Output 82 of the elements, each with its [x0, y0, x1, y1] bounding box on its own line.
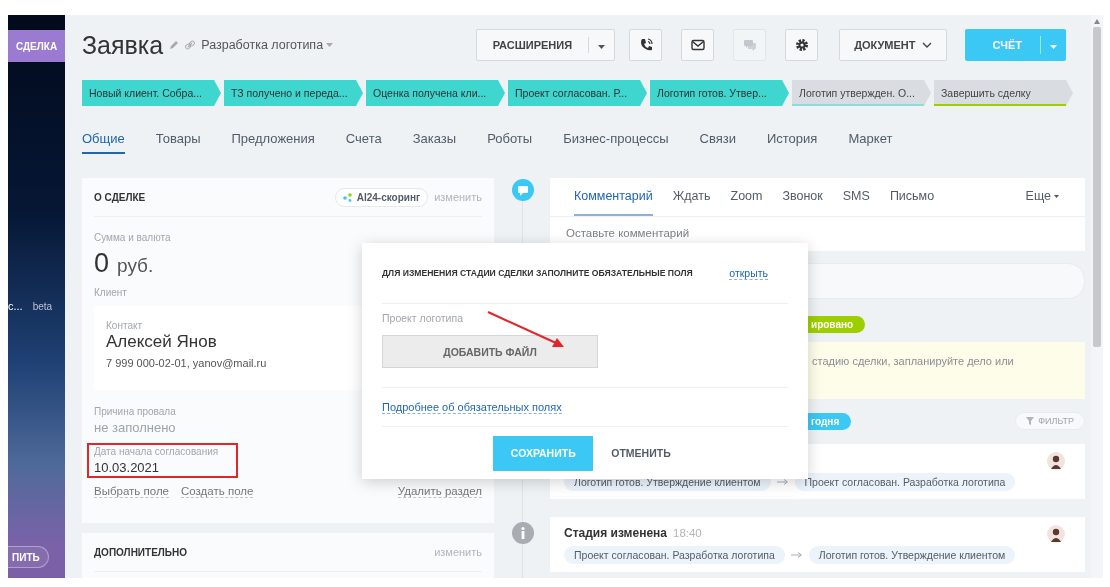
phone-button[interactable] [629, 29, 663, 61]
extensions-button[interactable]: РАСШИРЕНИЯ [475, 29, 616, 61]
beta-label: beta [32, 300, 53, 312]
stage-step[interactable]: Логотип готов. Утвер... [650, 80, 789, 106]
pencil-icon [169, 40, 180, 50]
tab[interactable]: Заказы [412, 130, 457, 154]
filter-icon [1026, 417, 1035, 425]
caret-icon [326, 43, 334, 47]
popup-title: ДЛЯ ИЗМЕНЕНИЯ СТАДИИ СДЕЛКИ ЗАПОЛНИТЕ ОБЯЗАТЕЛЬНЫЕ ПОЛЯ [382, 268, 694, 278]
comment-icon [512, 179, 534, 201]
date-badge: годня [808, 412, 852, 430]
arrow-icon [776, 479, 789, 485]
stage-step[interactable]: Новый клиент. Собра... [82, 80, 221, 106]
stage-chip: Проект согласован. Разработка логотипа [564, 546, 785, 564]
contact-name[interactable]: Алексей Янов [106, 332, 217, 352]
tab[interactable]: Счета [345, 130, 382, 154]
tab[interactable]: Связи [699, 130, 736, 154]
more-menu[interactable]: Еще [1025, 178, 1059, 216]
arrow-icon [790, 552, 803, 558]
stage-step[interactable]: ТЗ получено и переда... [224, 80, 363, 106]
chat-icon [741, 37, 758, 53]
open-link[interactable]: открыть [729, 266, 768, 280]
add-file-button[interactable]: ДОБАВИТЬ ФАЙЛ [382, 335, 598, 368]
stage-step[interactable]: Оценка получена кли... [366, 80, 505, 106]
tab[interactable]: Роботы [487, 130, 533, 154]
field-value: не заполнено [94, 420, 176, 435]
settings-icon [793, 37, 810, 53]
tab[interactable]: Маркет [848, 130, 893, 154]
field-label: Сумма и валюта [94, 232, 171, 243]
caret-icon [1050, 45, 1057, 49]
document-button[interactable]: ДОКУМЕНТ [839, 29, 947, 61]
mail-icon [689, 37, 706, 53]
tab[interactable]: Товары [155, 130, 201, 154]
mail-button[interactable] [681, 29, 715, 61]
nodes-icon [342, 192, 353, 202]
field-value: 10.03.2021 [94, 460, 160, 475]
event-time: 18:40 [673, 527, 702, 539]
section-tab[interactable]: СДЕЛКА [8, 30, 65, 62]
tab[interactable]: Предложения [231, 130, 315, 154]
stage-chip: Проект согласован. Разработка логотипа [794, 473, 1016, 491]
avatar-icon [1047, 452, 1065, 470]
currency-label: руб. [117, 255, 154, 277]
stage-step[interactable]: Логотип утвержден. О... [792, 80, 931, 106]
category-dropdown[interactable]: Разработка логотипа [201, 38, 334, 52]
section-title: О СДЕЛКЕ [94, 191, 146, 203]
field-label: Проект логотипа [382, 312, 464, 324]
amount-value: 0 [94, 248, 110, 279]
sidebar-button[interactable]: ПИТЬ [8, 546, 49, 568]
tab[interactable]: Бизнес-процессы [563, 130, 669, 154]
activity-tab[interactable]: Звонок [782, 178, 823, 216]
stage-chip: Логотип готов. Утверждение клиентом [808, 546, 1016, 564]
chevron-down-icon [921, 42, 932, 48]
activity-tab[interactable]: Письмо [889, 178, 935, 216]
caret-icon [598, 45, 606, 49]
caret-icon [1054, 194, 1059, 198]
status-badge: ировано [808, 315, 866, 333]
cancel-button[interactable]: ОТМЕНИТЬ [605, 446, 677, 460]
section-title: ДОПОЛНИТЕЛЬНО [94, 546, 188, 558]
link-icon [185, 40, 196, 50]
field-label: Причина провала [94, 406, 176, 417]
field-label: Клиент [94, 287, 127, 298]
page-title: Заявка [82, 30, 164, 60]
menu-item-text[interactable]: c... [8, 300, 23, 312]
stage-step[interactable]: Завершить сделку [934, 80, 1073, 106]
contact-details: 7 999 000-02-01, yanov@mail.ru [106, 357, 267, 369]
field-link[interactable]: Выбрать поле [94, 485, 169, 498]
event-title: Стадия изменена [564, 526, 667, 540]
settings-button[interactable] [785, 29, 819, 61]
field-link[interactable]: Создать поле [181, 485, 254, 498]
help-link[interactable]: Подробнее об обязательных полях [382, 400, 562, 414]
activity-tab[interactable]: Zoom [730, 178, 763, 216]
field-label: Контакт [106, 320, 142, 331]
tab[interactable]: История [766, 130, 818, 154]
tab[interactable]: Общие [82, 130, 125, 154]
activity-tab[interactable]: Ждать [672, 178, 711, 216]
avatar-icon [1047, 525, 1065, 543]
field-label: Дата начала согласования [94, 446, 219, 457]
info-icon [512, 522, 534, 544]
activity-tab[interactable]: SMS [842, 178, 870, 216]
delete-section-link[interactable]: Удалить раздел [397, 485, 482, 498]
stage-step[interactable]: Проект согласован. Р... [508, 80, 647, 106]
scoring-button[interactable]: AI24-скоринг [334, 187, 429, 207]
